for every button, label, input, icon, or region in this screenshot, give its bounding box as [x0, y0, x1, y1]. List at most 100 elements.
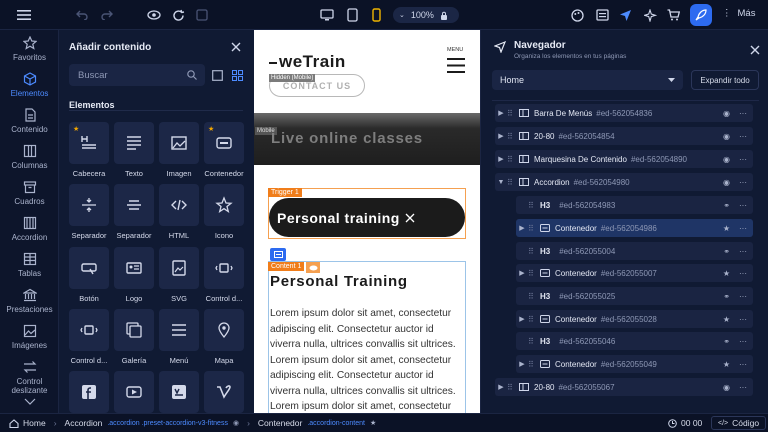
rail-item-cuadros[interactable]: Cuadros — [0, 180, 59, 206]
save-icon[interactable] — [193, 6, 211, 24]
tile-gallery[interactable] — [114, 309, 154, 351]
more-horizontal-icon[interactable]: ··· — [739, 178, 747, 187]
more-horizontal-icon[interactable]: ··· — [739, 201, 747, 210]
tile-svg[interactable] — [159, 247, 199, 289]
undo-icon[interactable] — [73, 6, 91, 24]
drag-handle-icon[interactable]: ⠿ — [528, 224, 538, 233]
navigator-row[interactable]: ▶ ⠿ Contenedor #ed-562055049 ★ ··· — [516, 355, 753, 373]
tile-slider-control[interactable] — [204, 247, 244, 289]
tile-logo[interactable] — [114, 247, 154, 289]
more-horizontal-icon[interactable]: ··· — [739, 155, 747, 164]
expand-arrow-icon[interactable]: ▶ — [516, 315, 528, 323]
breadcrumb-home[interactable]: Home — [23, 418, 46, 428]
star-icon[interactable]: ★ — [723, 360, 730, 369]
navigator-row[interactable]: ▶ ⠿ Contenedor #ed-562055028 ★ ··· — [516, 310, 753, 328]
tile-youtube-logo[interactable] — [159, 371, 199, 413]
star-icon[interactable]: ★ — [723, 269, 730, 278]
drag-handle-icon[interactable]: ⠿ — [507, 383, 517, 392]
more-horizontal-icon[interactable]: ··· — [739, 132, 747, 141]
navigator-row[interactable]: ▶ ⠿ Contenedor #ed-562055007 ★ ··· — [516, 264, 753, 282]
grid-view-icon[interactable] — [228, 66, 246, 84]
more-horizontal-icon[interactable]: ··· — [739, 109, 747, 118]
expand-arrow-icon[interactable]: ▶ — [516, 360, 528, 368]
expand-arrow-icon[interactable]: ▶ — [495, 383, 507, 391]
sparkle-ai-icon[interactable] — [641, 6, 659, 24]
rail-item-imagenes[interactable]: Imágenes — [0, 324, 59, 350]
tile-icon[interactable] — [204, 184, 244, 226]
tile-text[interactable] — [114, 122, 154, 164]
drag-handle-icon[interactable]: ⠿ — [528, 201, 538, 210]
rail-item-favoritos[interactable]: Favoritos — [0, 36, 59, 62]
mobile-view-icon[interactable] — [367, 6, 385, 24]
more-horizontal-icon[interactable]: ··· — [739, 383, 747, 392]
rail-item-prestaciones[interactable]: Prestaciones — [0, 288, 59, 314]
rail-item-control-deslizante[interactable]: Control deslizante — [0, 360, 59, 395]
page-select[interactable]: Home — [492, 70, 683, 90]
rail-item-contenido[interactable]: Contenido — [0, 108, 59, 134]
navigator-row[interactable]: ⠿ H3 #ed-562054983 ⚭ ··· — [516, 196, 753, 214]
link-icon[interactable]: ⚭ — [723, 247, 730, 256]
navigator-row[interactable]: ⠿ H3 #ed-562055025 ⚭ ··· — [516, 287, 753, 305]
drag-handle-icon[interactable]: ⠿ — [528, 360, 538, 369]
preview-eye-icon[interactable] — [145, 6, 163, 24]
hamburger-menu-icon[interactable] — [15, 6, 33, 24]
expand-arrow-icon[interactable]: ▶ — [495, 132, 507, 140]
palette-icon[interactable]: ◉ — [723, 155, 730, 164]
palette-icon[interactable]: ◉ — [723, 132, 730, 141]
drag-handle-icon[interactable]: ⠿ — [507, 155, 517, 164]
navigator-row[interactable]: ▶ ⠿ 20-80 #ed-562055067 ◉ ··· — [495, 378, 753, 396]
more-horizontal-icon[interactable]: ··· — [739, 337, 747, 346]
tile-facebook[interactable] — [69, 371, 109, 413]
tile-image[interactable] — [159, 122, 199, 164]
cart-icon[interactable] — [664, 6, 682, 24]
navigator-arrow-icon[interactable] — [616, 6, 634, 24]
more-horizontal-icon[interactable]: ··· — [739, 247, 747, 256]
drag-handle-icon[interactable]: ⠿ — [528, 269, 538, 278]
code-button[interactable]: </> Código — [711, 416, 767, 430]
refresh-icon[interactable] — [169, 6, 187, 24]
drag-handle-icon[interactable]: ⠿ — [507, 178, 517, 187]
breadcrumb-contenedor[interactable]: Contenedor — [258, 418, 302, 428]
rail-item-columnas[interactable]: Columnas — [0, 144, 59, 170]
hamburger-icon[interactable] — [447, 57, 465, 74]
home-icon[interactable] — [9, 418, 19, 428]
more-menu-button[interactable]: ⋮ Más — [722, 8, 755, 19]
checklist-icon[interactable] — [593, 6, 611, 24]
navigator-row[interactable]: ▶ ⠿ Contenedor #ed-562054986 ★ ··· — [516, 219, 753, 237]
expand-arrow-icon[interactable]: ▶ — [516, 224, 528, 232]
redo-icon[interactable] — [98, 6, 116, 24]
star-icon[interactable]: ★ — [723, 224, 730, 233]
navigator-row[interactable]: ▶ ⠿ Barra De Menús #ed-562054836 ◉ ··· — [495, 104, 753, 122]
rail-scroll-down-icon[interactable] — [0, 398, 59, 408]
star-icon[interactable]: ★ — [723, 315, 730, 324]
rail-item-elementos[interactable]: Elementos — [0, 72, 59, 98]
navigator-row[interactable]: ⠿ H3 #ed-562055046 ⚭ ··· — [516, 332, 753, 350]
more-horizontal-icon[interactable]: ··· — [739, 292, 747, 301]
drag-handle-icon[interactable]: ⠿ — [507, 132, 517, 141]
expand-arrow-icon[interactable]: ▶ — [516, 269, 528, 277]
tile-button[interactable] — [69, 247, 109, 289]
tile-container[interactable]: ★ — [204, 122, 244, 164]
visibility-eye-icon[interactable] — [306, 262, 320, 273]
rail-item-accordion[interactable]: Accordion — [0, 216, 59, 242]
more-horizontal-icon[interactable]: ··· — [739, 224, 747, 233]
palette-icon[interactable] — [568, 6, 586, 24]
drag-handle-icon[interactable]: ⠿ — [507, 109, 517, 118]
navigator-row[interactable]: ⠿ H3 #ed-562055004 ⚭ ··· — [516, 242, 753, 260]
tablet-view-icon[interactable] — [343, 6, 361, 24]
close-icon[interactable] — [227, 38, 245, 56]
more-horizontal-icon[interactable]: ··· — [739, 269, 747, 278]
accordion-trigger[interactable]: Personal training — [269, 198, 465, 237]
publish-rocket-button[interactable] — [690, 4, 712, 26]
tile-separator[interactable] — [114, 184, 154, 226]
palette-icon[interactable]: ◉ — [723, 383, 730, 392]
palette-icon[interactable]: ◉ — [723, 178, 730, 187]
drag-handle-icon[interactable]: ⠿ — [528, 337, 538, 346]
desktop-view-icon[interactable] — [318, 6, 336, 24]
tile-vimeo[interactable] — [204, 371, 244, 413]
list-view-icon[interactable] — [208, 66, 226, 84]
navigator-row[interactable]: ▼ ⠿ Accordion #ed-562054980 ◉ ··· — [495, 173, 753, 191]
tile-spacer[interactable] — [69, 184, 109, 226]
tile-header[interactable]: ★ — [69, 122, 109, 164]
expand-arrow-icon[interactable]: ▼ — [495, 179, 507, 186]
